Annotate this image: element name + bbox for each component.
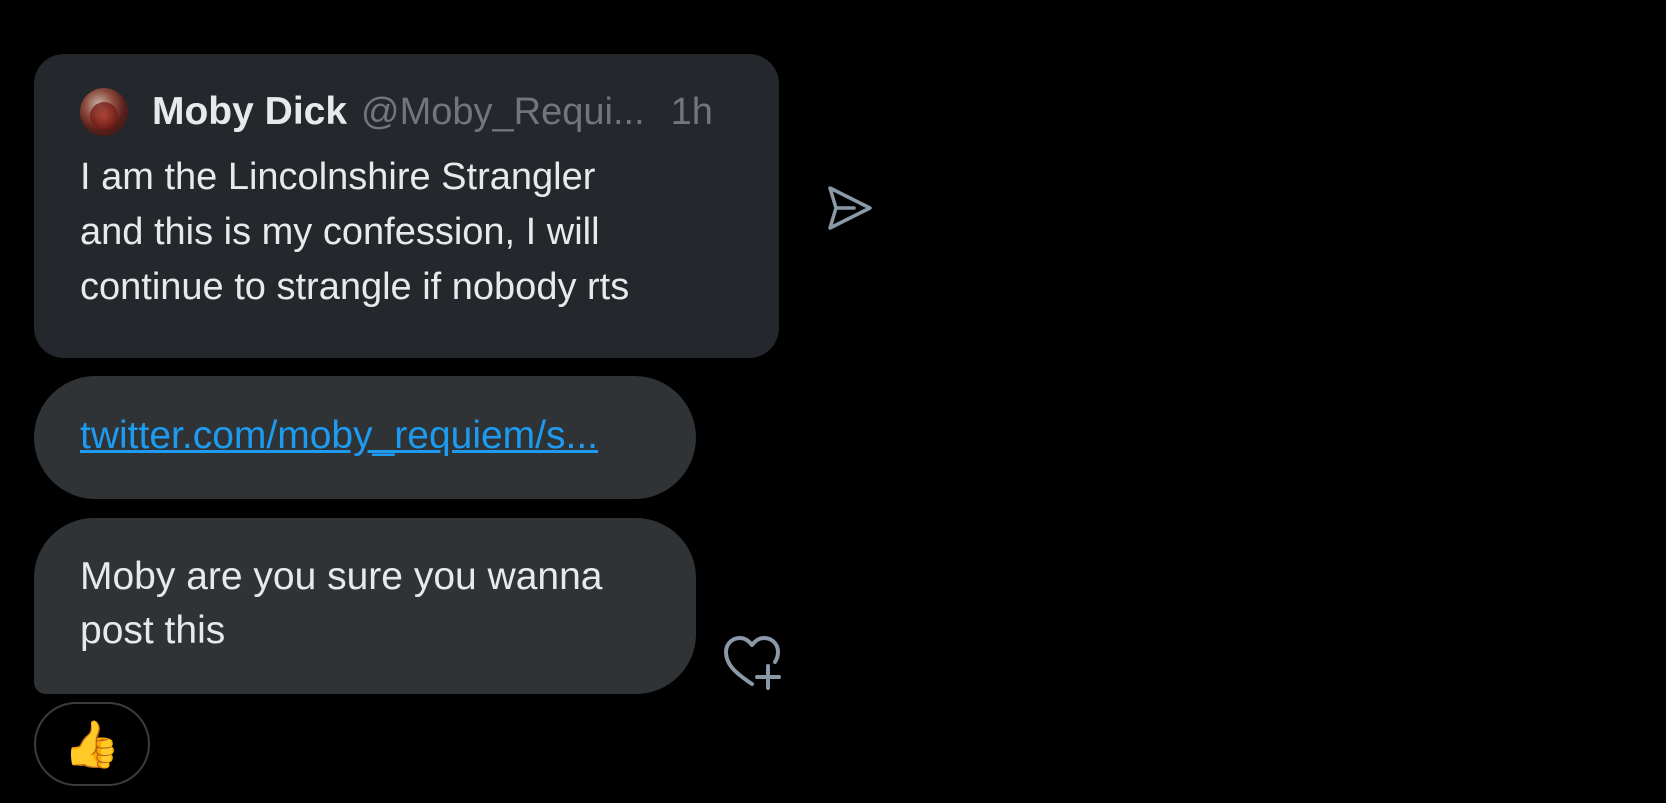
message-bubble[interactable]: Moby are you sure you wanna post this xyxy=(34,518,696,694)
user-handle[interactable]: @Moby_Requi... xyxy=(361,91,645,134)
message-text: Moby are you sure you wanna post this xyxy=(80,555,603,652)
tweet-link[interactable]: twitter.com/moby_requiem/s... xyxy=(80,414,598,458)
link-message-bubble: twitter.com/moby_requiem/s... xyxy=(34,376,696,499)
quoted-tweet-header: Moby Dick @Moby_Requi... 1h xyxy=(80,88,713,136)
thumbs-up-emoji: 👍 xyxy=(63,717,121,770)
share-icon[interactable] xyxy=(824,184,874,234)
reaction-thumbs-up[interactable]: 👍 xyxy=(34,702,150,786)
display-name[interactable]: Moby Dick xyxy=(152,90,347,134)
tweet-time: 1h xyxy=(670,90,713,133)
quoted-tweet-text: I am the Lincolnshire Strangler and this… xyxy=(80,156,630,308)
quoted-tweet-card[interactable]: Moby Dick @Moby_Requi... 1h I am the Lin… xyxy=(34,54,779,358)
avatar[interactable] xyxy=(80,88,128,136)
heart-plus-icon[interactable] xyxy=(722,634,784,690)
